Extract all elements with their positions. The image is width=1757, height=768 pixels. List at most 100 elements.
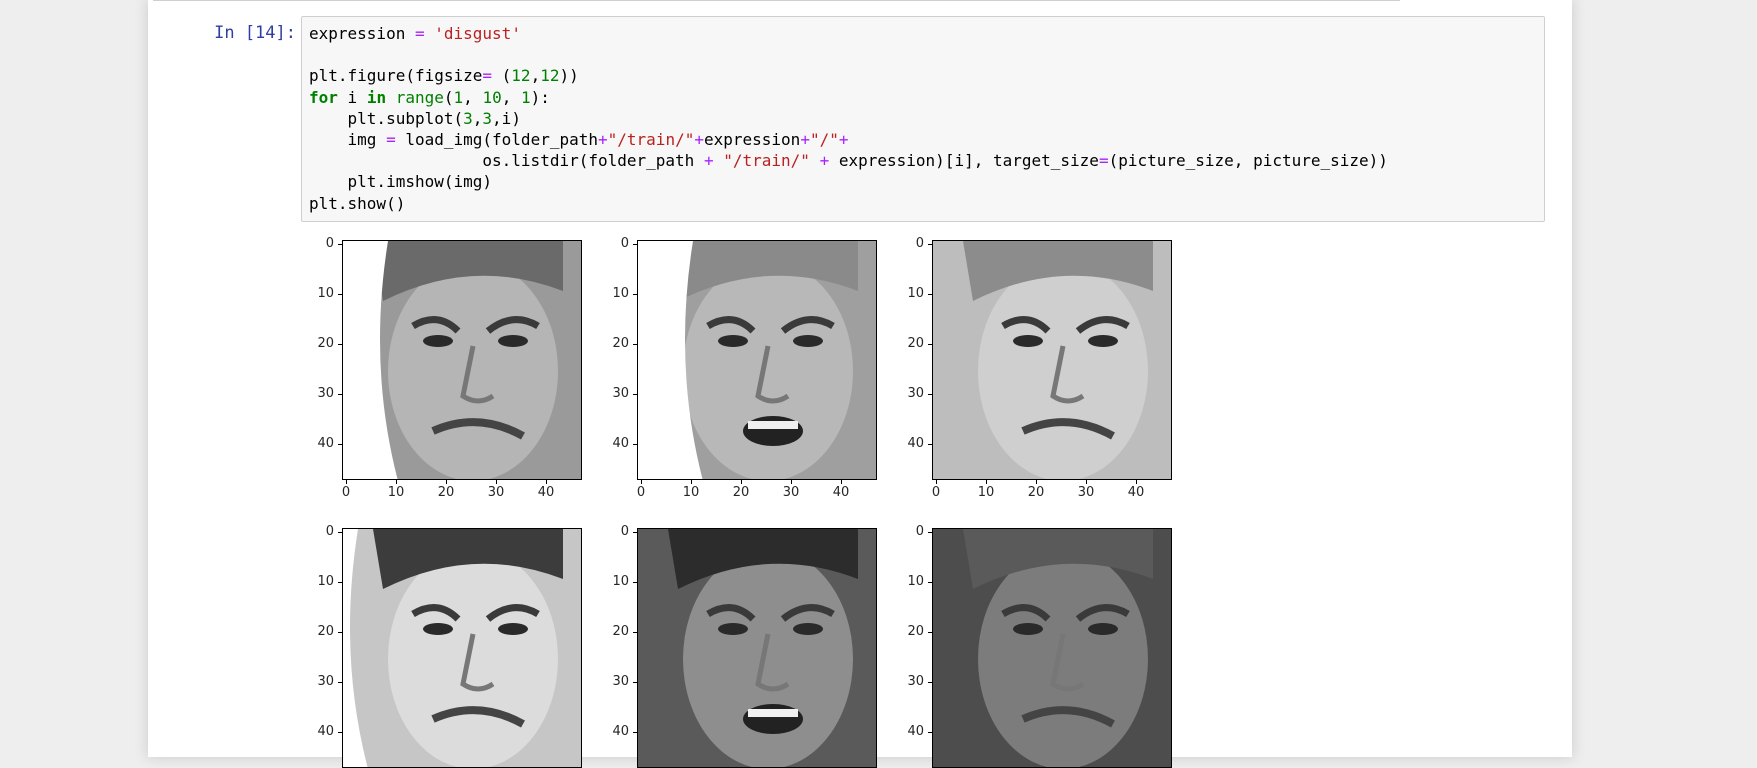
ytick-label: 10 <box>907 574 924 589</box>
ytick-mark <box>338 294 342 295</box>
code-token-num: 12 <box>540 66 560 86</box>
code-editor[interactable]: expression = 'disgust' plt.figure(figsiz… <box>309 23 1388 214</box>
face-image <box>343 529 581 767</box>
ytick-mark <box>633 394 637 395</box>
xtick-mark <box>396 480 397 484</box>
xtick-mark <box>641 480 642 484</box>
xtick-label: 40 <box>832 485 850 500</box>
code-token-plain: expression <box>703 130 801 150</box>
code-token-plain: plt.imshow(img) <box>309 172 493 192</box>
xtick-mark <box>841 480 842 484</box>
code-token-plain: img <box>309 130 387 150</box>
ytick-mark <box>338 732 342 733</box>
cell-output: 0 10 20 30 40 0 10 20 30 40 0 10 20 30 40 0 10 20 30 40 0 10 2… <box>301 230 1201 768</box>
ytick-label: 20 <box>612 624 629 639</box>
code-token-plain: i <box>337 87 367 107</box>
face-image <box>933 529 1171 767</box>
ytick-label: 0 <box>325 236 334 251</box>
ytick-label: 10 <box>612 574 629 589</box>
code-line: expression = 'disgust' <box>309 24 521 43</box>
xtick-label: 20 <box>1027 485 1045 500</box>
code-line: os.listdir(folder_path + "/train/" + exp… <box>309 151 1388 170</box>
code-token-plain: load_img(folder_path <box>395 130 598 150</box>
code-cell-input[interactable]: expression = 'disgust' plt.figure(figsiz… <box>301 16 1545 222</box>
code-token-op: = <box>386 130 396 150</box>
ytick-label: 40 <box>612 724 629 739</box>
ytick-label: 0 <box>325 524 334 539</box>
xtick-label: 20 <box>732 485 750 500</box>
xtick-label: 10 <box>682 485 700 500</box>
code-token-plain: expression)[i], target_size <box>829 151 1099 171</box>
ytick-mark <box>928 532 932 533</box>
code-token-plain: ( <box>492 66 512 86</box>
xtick-mark <box>1136 480 1137 484</box>
ytick-mark <box>338 444 342 445</box>
ytick-label: 20 <box>907 624 924 639</box>
ytick-label: 20 <box>907 336 924 351</box>
xtick-mark <box>1086 480 1087 484</box>
xtick-mark <box>446 480 447 484</box>
xtick-label: 30 <box>1077 485 1095 500</box>
code-token-plain: )) <box>559 66 579 86</box>
ytick-label: 10 <box>317 574 334 589</box>
code-token-op: = <box>414 24 425 43</box>
ytick-mark <box>338 582 342 583</box>
ytick-mark <box>338 532 342 533</box>
face-image <box>638 241 876 479</box>
code-token-op: + <box>800 130 810 150</box>
code-token-plain: (picture_size, picture_size)) <box>1108 151 1388 171</box>
code-token-op: + <box>694 130 704 150</box>
ytick-mark <box>633 244 637 245</box>
code-token-str: 'disgust' <box>434 24 521 43</box>
code-token-num: 1 <box>453 87 464 107</box>
face-image <box>638 529 876 767</box>
axes-frame <box>932 528 1172 768</box>
xtick-label: 0 <box>341 485 351 500</box>
code-token-plain: , <box>530 66 541 86</box>
xtick-mark <box>546 480 547 484</box>
code-token-plain: ,i) <box>492 108 521 128</box>
ytick-mark <box>338 394 342 395</box>
ytick-mark <box>928 632 932 633</box>
code-token-plain: , <box>463 87 483 107</box>
xtick-mark <box>791 480 792 484</box>
ytick-label: 20 <box>317 336 334 351</box>
axes-frame <box>932 240 1172 480</box>
ytick-label: 20 <box>317 624 334 639</box>
ytick-label: 10 <box>612 286 629 301</box>
ytick-label: 30 <box>907 674 924 689</box>
code-line: plt.figure(figsize= (12,12)) <box>309 66 579 85</box>
ytick-label: 30 <box>907 386 924 401</box>
code-token-plain: plt.subplot( <box>309 108 464 128</box>
xtick-label: 10 <box>387 485 405 500</box>
code-token-op: + <box>819 151 830 171</box>
ytick-mark <box>633 294 637 295</box>
input-prompt: In [14]: <box>214 23 296 43</box>
ytick-mark <box>633 632 637 633</box>
axes-frame <box>637 528 877 768</box>
ytick-label: 0 <box>915 236 924 251</box>
ytick-label: 40 <box>317 724 334 739</box>
code-token-op: = <box>1098 151 1109 171</box>
code-token-bi: range <box>395 87 444 107</box>
ytick-label: 40 <box>907 724 924 739</box>
ytick-mark <box>633 532 637 533</box>
xtick-label: 40 <box>537 485 555 500</box>
code-token-plain: , <box>501 87 521 107</box>
xtick-mark <box>986 480 987 484</box>
code-token-num: 3 <box>482 108 493 128</box>
code-token-op: + <box>703 151 714 171</box>
ytick-label: 10 <box>907 286 924 301</box>
ytick-mark <box>338 344 342 345</box>
ytick-label: 0 <box>620 524 629 539</box>
ytick-label: 30 <box>612 674 629 689</box>
ytick-mark <box>928 682 932 683</box>
axes-frame <box>637 240 877 480</box>
face-image <box>343 241 581 479</box>
xtick-mark <box>691 480 692 484</box>
code-token-plain: os.listdir(folder_path <box>309 151 704 171</box>
xtick-mark <box>346 480 347 484</box>
code-token-kw: for <box>309 87 338 107</box>
